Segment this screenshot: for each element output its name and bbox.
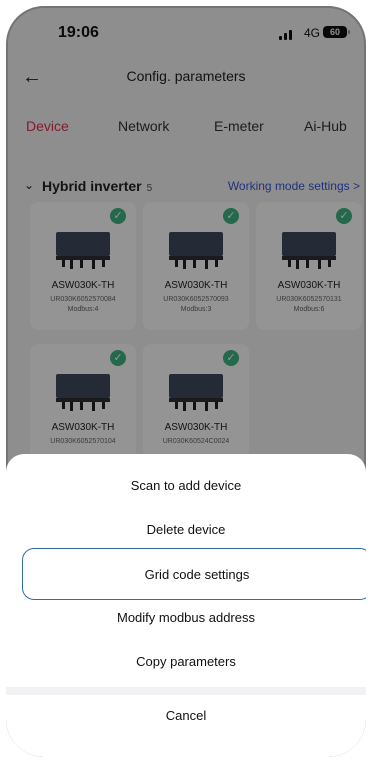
action-sheet: Scan to add device Delete device Grid co… [6,454,366,757]
phone-screen: 19:06 4G 60 ← Config. parameters Device … [6,6,366,757]
delete-device-button[interactable]: Delete device [6,508,366,552]
scan-to-add-device-button[interactable]: Scan to add device [6,464,366,508]
copy-parameters-button[interactable]: Copy parameters [6,640,366,684]
modify-modbus-address-button[interactable]: Modify modbus address [6,596,366,640]
cancel-button[interactable]: Cancel [6,694,366,738]
grid-code-settings-button[interactable]: Grid code settings [22,548,366,600]
